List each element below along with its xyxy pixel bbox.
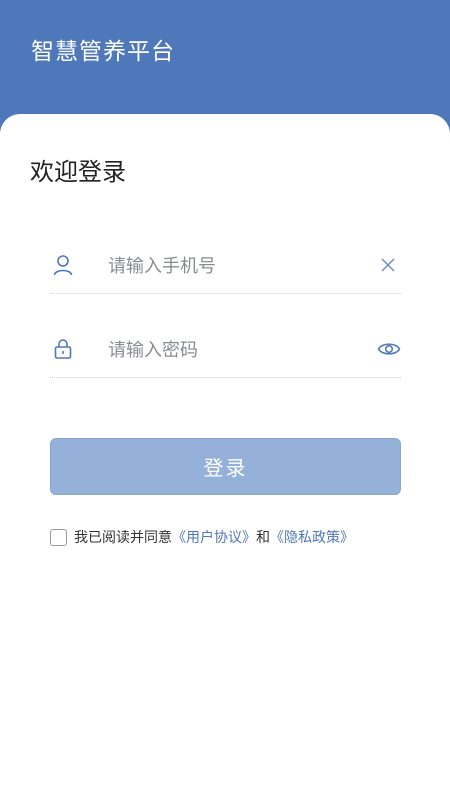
phone-field (50, 236, 401, 294)
welcome-title: 欢迎登录 (30, 158, 126, 186)
login-card: 欢迎登录 请输入手机号 登录 我已阅读并同意 《用户协议》 和 《隐私政策》 (0, 114, 450, 800)
clear-icon[interactable] (377, 254, 399, 276)
phone-input[interactable] (108, 248, 358, 284)
agreement-row: 我已阅读并同意 《用户协议》 和 《隐私政策》 (50, 527, 354, 547)
password-field (50, 320, 401, 378)
agreement-prefix: 我已阅读并同意 (74, 530, 172, 546)
eye-icon[interactable] (377, 338, 401, 360)
agreement-conjunction: 和 (256, 530, 270, 546)
lock-icon (52, 338, 74, 360)
user-icon (52, 254, 74, 276)
privacy-policy-link[interactable]: 《隐私政策》 (270, 527, 354, 547)
header-bar: 智慧管养平台 (0, 0, 450, 130)
login-button[interactable]: 登录 (50, 438, 401, 495)
password-input[interactable] (108, 332, 358, 368)
agreement-checkbox[interactable] (50, 528, 67, 546)
app-title: 智慧管养平台 (31, 39, 175, 65)
user-agreement-link[interactable]: 《用户协议》 (172, 527, 256, 547)
